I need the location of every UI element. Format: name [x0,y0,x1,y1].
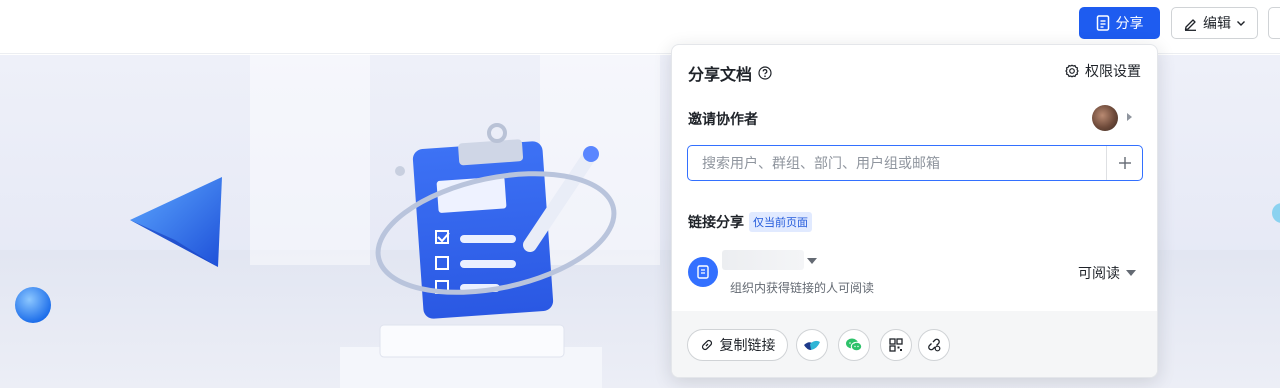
share-button-label: 分享 [1115,15,1144,31]
edit-button[interactable]: 编辑 [1171,7,1258,39]
add-collaborator-button[interactable] [1106,146,1142,180]
pencil-icon [1184,18,1196,31]
current-page-badge: 仅当前页面 [749,212,812,232]
link-scope-selector[interactable] [722,250,804,270]
qrcode-icon [889,338,903,352]
collaborator-search [687,145,1143,181]
link-permission-dropdown[interactable]: 可阅读 [1078,263,1136,283]
link-share-header: 链接分享 仅当前页面 [688,212,812,232]
permission-settings-label: 权限设置 [1085,63,1141,79]
popover-title: 分享文档 [688,67,753,84]
question-circle-icon[interactable] [758,66,772,80]
lark-icon [804,340,820,350]
invite-collaborators-label: 邀请协作者 [688,111,758,127]
caret-down-icon [1126,270,1136,276]
more-toolbar-button[interactable] [1268,7,1280,39]
link-scope-description: 组织内获得链接的人可阅读 [730,281,875,295]
wechat-icon [846,338,863,352]
search-input[interactable] [688,146,1106,180]
copy-link-label: 复制链接 [719,337,776,353]
link-icon [701,339,712,351]
caret-down-icon[interactable] [807,258,817,264]
clipboard-illustration [15,123,617,388]
link-settings-icon [928,338,941,352]
permission-settings-link[interactable]: 权限设置 [1064,61,1141,81]
edit-button-label: 编辑 [1203,15,1231,31]
popover-header: 分享文档 [688,61,772,85]
share-button[interactable]: 分享 [1079,7,1160,39]
avatar[interactable] [1092,105,1118,131]
share-popover: 分享文档 权限设置 邀请协作者 链接分享 仅当前页面 [671,44,1158,378]
share-to-wechat-button[interactable] [838,329,870,361]
share-to-lark-button[interactable] [796,329,828,361]
chevron-right-icon[interactable] [1127,113,1132,121]
share-qrcode-button[interactable] [880,329,912,361]
link-share-label: 链接分享 [688,214,744,230]
share-link-settings-button[interactable] [918,329,950,361]
document-link-icon [688,257,718,287]
chevron-down-icon [1237,21,1245,26]
share-footer: 复制链接 [672,311,1157,377]
document-icon [1096,15,1109,31]
edge-ball-decoration [1272,203,1280,223]
copy-link-button[interactable]: 复制链接 [687,329,788,361]
link-permission-label: 可阅读 [1078,265,1120,281]
gear-icon [1065,64,1079,78]
plus-icon [1118,157,1131,169]
